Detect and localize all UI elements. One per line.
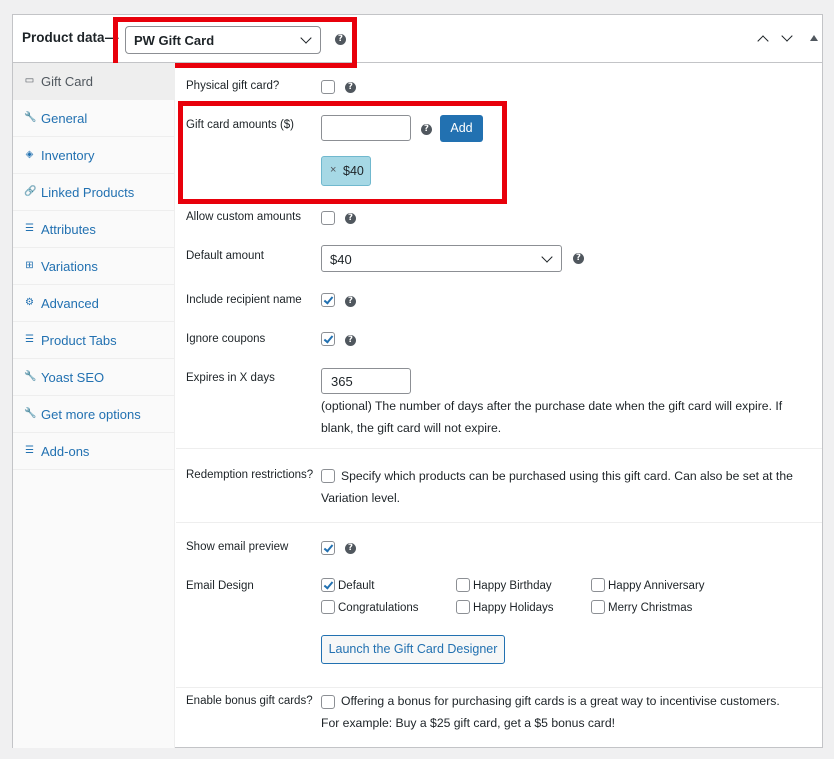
- enable-bonus-label: Enable bonus gift cards?: [186, 695, 313, 707]
- include-recipient-name-label: Include recipient name: [186, 294, 302, 306]
- ignore-coupons-label: Ignore coupons: [186, 333, 266, 345]
- gear-icon: ⚙: [25, 297, 34, 308]
- collapse-toggle-icon[interactable]: [810, 35, 818, 41]
- panel-header: Product data — PW Gift Card ?: [13, 15, 822, 68]
- design-option-label: Merry Christmas: [608, 602, 693, 614]
- expires-days-input[interactable]: 365: [321, 368, 411, 394]
- section-divider: [176, 522, 822, 523]
- redemption-restrictions-label: Redemption restrictions?: [186, 469, 314, 481]
- help-icon[interactable]: ?: [573, 253, 584, 264]
- section-divider: [176, 448, 822, 449]
- launch-designer-button[interactable]: Launch the Gift Card Designer: [321, 635, 505, 664]
- tab-label: Gift Card: [41, 74, 94, 89]
- grid-icon: ⊞: [25, 260, 34, 271]
- tab-get-more-options[interactable]: 🔧 Get more options: [13, 396, 174, 433]
- tab-label: Product Tabs: [41, 333, 117, 348]
- design-option-label: Default: [338, 580, 375, 592]
- tab-gift-card[interactable]: ▭ Gift Card: [13, 63, 174, 100]
- link-icon: 🔗: [24, 186, 37, 197]
- design-merry-christmas-checkbox[interactable]: [591, 600, 605, 614]
- checkmark-icon: [323, 332, 333, 344]
- panel-title: Product data: [22, 30, 105, 45]
- tab-label: Attributes: [41, 222, 96, 237]
- tab-label: General: [41, 111, 88, 126]
- expires-label: Expires in X days: [186, 372, 275, 384]
- design-option-label: Happy Holidays: [473, 602, 554, 614]
- allow-custom-amounts-checkbox[interactable]: [321, 211, 335, 225]
- gift-card-icon: ▭: [24, 75, 35, 86]
- move-up-button[interactable]: [756, 32, 772, 48]
- wrench-icon: 🔧: [24, 371, 37, 382]
- wrench-icon: 🔧: [24, 112, 37, 123]
- design-happy-birthday-checkbox[interactable]: [456, 578, 470, 592]
- bonus-description-line-2: For example: Buy a $25 gift card, get a …: [321, 716, 616, 730]
- tab-label: Variations: [41, 259, 98, 274]
- expires-description-line-2: blank, the gift card will not expire.: [321, 421, 502, 435]
- include-recipient-name-checkbox[interactable]: [321, 293, 335, 307]
- physical-gift-card-checkbox[interactable]: [321, 80, 335, 94]
- checkmark-icon: [323, 541, 333, 553]
- tab-advanced[interactable]: ⚙ Advanced: [13, 285, 174, 322]
- design-option-label: Happy Anniversary: [608, 580, 705, 592]
- design-happy-anniversary-checkbox[interactable]: [591, 578, 605, 592]
- redemption-description-line-2: Variation level.: [321, 491, 401, 505]
- default-amount-value: $40: [330, 252, 352, 267]
- tab-variations[interactable]: ⊞ Variations: [13, 248, 174, 285]
- tab-yoast-seo[interactable]: 🔧 Yoast SEO: [13, 359, 174, 396]
- chevron-up-icon: [757, 35, 769, 47]
- default-amount-select[interactable]: $40: [321, 245, 562, 272]
- expires-description-line-1: (optional) The number of days after the …: [321, 399, 783, 413]
- move-down-button[interactable]: [780, 30, 796, 48]
- tab-label: Advanced: [41, 296, 99, 311]
- tab-product-tabs[interactable]: ☰ Product Tabs: [13, 322, 174, 359]
- tab-label: Yoast SEO: [41, 370, 105, 385]
- design-option-label: Happy Birthday: [473, 580, 552, 592]
- design-happy-holidays-checkbox[interactable]: [456, 600, 470, 614]
- design-default-checkbox[interactable]: [321, 578, 335, 592]
- list-icon: ☰: [25, 223, 34, 234]
- help-icon[interactable]: ?: [345, 82, 356, 93]
- tab-label: Linked Products: [41, 185, 135, 200]
- help-icon[interactable]: ?: [345, 213, 356, 224]
- email-design-label: Email Design: [186, 580, 254, 592]
- expires-days-value: 365: [331, 374, 353, 389]
- help-icon[interactable]: ?: [345, 335, 356, 346]
- physical-gift-card-label: Physical gift card?: [186, 80, 280, 92]
- tag-icon: ◈: [25, 149, 34, 160]
- tab-label: Get more options: [41, 407, 141, 422]
- product-data-tabs: ▭ Gift Card 🔧 General ◈ Inventory 🔗 Link…: [13, 63, 175, 748]
- section-divider: [176, 687, 822, 688]
- tabs-icon: ☰: [25, 334, 34, 345]
- chevron-down-icon: [781, 30, 793, 42]
- checkmark-icon: [323, 293, 333, 305]
- default-amount-label: Default amount: [186, 250, 264, 262]
- list-icon: ☰: [25, 445, 34, 456]
- chevron-down-icon: [541, 251, 553, 263]
- show-email-preview-label: Show email preview: [186, 541, 289, 553]
- allow-custom-amounts-label: Allow custom amounts: [186, 211, 302, 223]
- ignore-coupons-checkbox[interactable]: [321, 332, 335, 346]
- bonus-description-line-1: Offering a bonus for purchasing gift car…: [341, 694, 780, 708]
- tab-add-ons[interactable]: ☰ Add-ons: [13, 433, 174, 470]
- enable-bonus-checkbox[interactable]: [321, 695, 335, 709]
- help-icon[interactable]: ?: [345, 296, 356, 307]
- tab-label: Inventory: [41, 148, 95, 163]
- tab-label: Add-ons: [41, 444, 90, 459]
- show-email-preview-checkbox[interactable]: [321, 541, 335, 555]
- highlight-box: [113, 17, 357, 68]
- redemption-restrictions-checkbox[interactable]: [321, 469, 335, 483]
- highlight-box: [178, 101, 507, 204]
- design-congratulations-checkbox[interactable]: [321, 600, 335, 614]
- design-option-label: Congratulations: [338, 602, 419, 614]
- help-icon[interactable]: ?: [345, 543, 356, 554]
- tab-inventory[interactable]: ◈ Inventory: [13, 137, 174, 174]
- checkmark-icon: [323, 578, 333, 590]
- tab-linked-products[interactable]: 🔗 Linked Products: [13, 174, 174, 211]
- tab-attributes[interactable]: ☰ Attributes: [13, 211, 174, 248]
- product-data-panel: Product data — PW Gift Card ? ▭ Gift Car…: [12, 14, 823, 748]
- wrench-icon: 🔧: [24, 408, 37, 419]
- tab-general[interactable]: 🔧 General: [13, 100, 174, 137]
- redemption-description-line-1: Specify which products can be purchased …: [341, 469, 793, 483]
